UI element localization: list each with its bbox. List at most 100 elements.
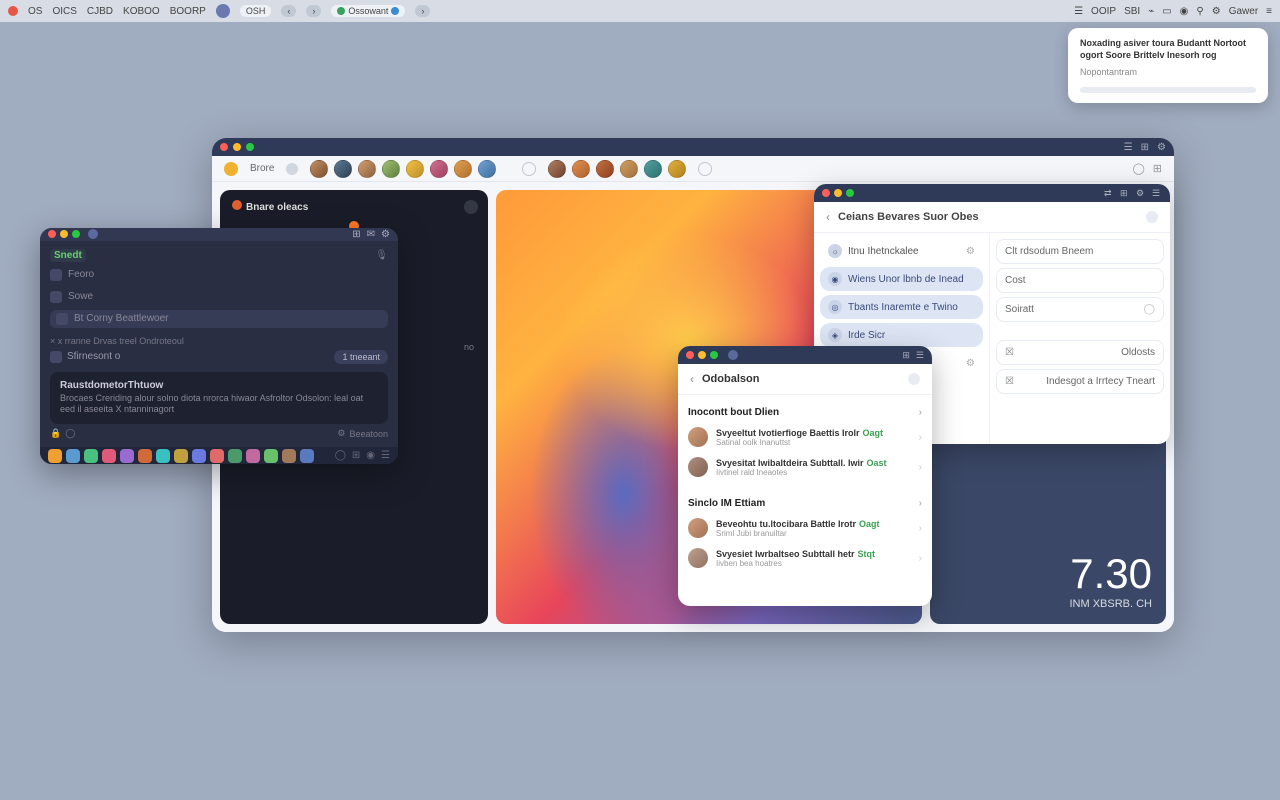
toolbar-icon[interactable]: ⊞ <box>1120 188 1130 198</box>
wifi-icon[interactable]: ⌁ <box>1148 6 1154 17</box>
nav-next[interactable]: › <box>306 5 321 17</box>
dock-app-icon[interactable] <box>282 449 296 463</box>
battery-icon[interactable]: ▭ <box>1162 6 1171 17</box>
toolbar-icon[interactable]: ⊞ <box>352 229 360 240</box>
settings-item[interactable]: ☼Itnu Ihetnckalee⚙ <box>820 239 983 263</box>
close-icon[interactable] <box>48 230 56 238</box>
minimize-icon[interactable] <box>233 143 241 151</box>
menu-item[interactable]: OICS <box>52 6 76 17</box>
status-item[interactable]: SBI <box>1124 6 1140 17</box>
close-icon[interactable] <box>822 189 830 197</box>
status-item[interactable]: OOIP <box>1091 6 1116 17</box>
control-center-icon[interactable]: ⚙ <box>1212 6 1221 17</box>
dock-app-icon[interactable] <box>174 449 188 463</box>
settings-icon[interactable]: ⚙ <box>337 428 345 439</box>
join-button[interactable]: 1 tneeant <box>334 350 388 364</box>
apple-icon[interactable] <box>8 6 18 16</box>
dock-app-icon[interactable] <box>192 449 206 463</box>
back-icon[interactable]: ‹ <box>690 372 694 386</box>
toolbar-icon[interactable]: ⚙ <box>381 229 390 240</box>
toolbar-icon[interactable]: ⊞ <box>1141 142 1149 153</box>
contact-row[interactable]: Svyeeltut Ivotierfioge Baettis IrolrOagt… <box>688 422 922 452</box>
avatar[interactable] <box>358 160 376 178</box>
menu-item[interactable]: KOBOO <box>123 6 160 17</box>
avatar[interactable] <box>620 160 638 178</box>
dock-app-icon[interactable] <box>102 449 116 463</box>
dock-extra-icon[interactable]: ☰ <box>381 450 390 461</box>
avatar[interactable] <box>382 160 400 178</box>
dock-extra-icon[interactable]: ◉ <box>366 450 375 461</box>
settings-item[interactable]: ◈Irde Sicr <box>820 323 983 347</box>
server-name[interactable]: Snedt <box>50 249 86 262</box>
contact-row[interactable]: Beveohtu tu.ltocibara Battle IrotrOagtSr… <box>688 513 922 543</box>
maximize-icon[interactable] <box>846 189 854 197</box>
channel-item-active[interactable]: Bt Corny Beattlewoer <box>50 310 388 328</box>
avatar[interactable] <box>548 160 566 178</box>
settings-card[interactable]: Cost <box>996 268 1164 293</box>
minimize-icon[interactable] <box>60 230 68 238</box>
settings-titlebar[interactable]: ⇄ ⊞ ⚙ ☰ <box>814 184 1170 202</box>
toolbar-icon[interactable]: ☰ <box>1124 142 1133 153</box>
nav-more[interactable]: › <box>415 5 430 17</box>
dock-extra-icon[interactable]: ◯ <box>335 450 346 461</box>
dock-app-icon[interactable] <box>300 449 314 463</box>
menu-icon[interactable]: ≡ <box>1266 6 1272 17</box>
contacts-section[interactable]: Sinclo IM Ettiam› <box>688 492 922 513</box>
settings-item[interactable]: ◉Wiens Unor lbnb de Inead <box>820 267 983 291</box>
search-icon[interactable]: ⚲ <box>1196 6 1203 17</box>
dock-app-icon[interactable] <box>156 449 170 463</box>
mic-icon[interactable]: 🎙 <box>375 250 388 261</box>
dock-extra-icon[interactable]: ⊞ <box>352 450 360 461</box>
toolbar-action-icon[interactable]: ◯ <box>1132 162 1144 175</box>
avatar[interactable] <box>668 160 686 178</box>
dock-app-icon[interactable] <box>138 449 152 463</box>
settings-item[interactable]: ◎Tbants Inaremte e Twino <box>820 295 983 319</box>
toolbar-icon[interactable]: ⚙ <box>1136 188 1146 198</box>
avatar[interactable] <box>310 160 328 178</box>
window-titlebar[interactable]: ☰ ⊞ ⚙ <box>212 138 1174 156</box>
nav-prev[interactable]: ‹ <box>281 5 296 17</box>
maximize-icon[interactable] <box>72 230 80 238</box>
dock-app-icon[interactable] <box>264 449 278 463</box>
contacts-section[interactable]: Inocontt bout Dlien› <box>688 401 922 422</box>
notification-toast[interactable]: Noxading asiver toura Budantt Nortoot og… <box>1068 28 1268 103</box>
minimize-icon[interactable] <box>698 351 706 359</box>
menu-tab[interactable]: Ossowant <box>331 5 405 17</box>
menu-item[interactable]: BOORP <box>170 6 206 17</box>
expand-icon[interactable] <box>464 200 478 214</box>
avatar[interactable] <box>334 160 352 178</box>
dock-app-icon[interactable] <box>210 449 224 463</box>
settings-card[interactable]: Clt rdsodum Bneem <box>996 239 1164 264</box>
maximize-icon[interactable] <box>246 143 254 151</box>
app-icon[interactable] <box>224 162 238 176</box>
toolbar-icon[interactable]: ☰ <box>916 350 924 361</box>
maximize-icon[interactable] <box>710 351 718 359</box>
avatar[interactable] <box>430 160 448 178</box>
toolbar-icon[interactable]: ⚙ <box>1157 142 1166 153</box>
more-icon[interactable] <box>698 162 712 176</box>
info-icon[interactable] <box>1146 211 1158 223</box>
chat-titlebar[interactable]: ⊞ ✉ ⚙ <box>40 228 398 241</box>
dock-app-icon[interactable] <box>48 449 62 463</box>
avatar[interactable] <box>478 160 496 178</box>
toolbar-icon[interactable]: ⊞ <box>902 350 910 361</box>
settings-card[interactable]: ☒Indesgot a Irrtecy Tneart <box>996 369 1164 394</box>
settings-card[interactable]: ☒Oldosts <box>996 340 1164 365</box>
voice-row[interactable]: Sfirnesont o 1 tneeant <box>50 350 388 364</box>
status-item[interactable]: Gawer <box>1229 6 1258 17</box>
toolbar-action-icon[interactable]: ⊞ <box>1153 162 1162 175</box>
back-icon[interactable]: ‹ <box>826 210 830 224</box>
minimize-icon[interactable] <box>834 189 842 197</box>
close-icon[interactable] <box>220 143 228 151</box>
dropdown-icon[interactable] <box>286 163 298 175</box>
avatar[interactable] <box>644 160 662 178</box>
avatar[interactable] <box>596 160 614 178</box>
add-icon[interactable] <box>522 162 536 176</box>
status-item[interactable]: ☰ <box>1074 6 1083 17</box>
menu-chip[interactable]: OSH <box>240 5 272 17</box>
menu-item[interactable]: OS <box>28 6 42 17</box>
settings-card[interactable]: Soiratt◯ <box>996 297 1164 322</box>
menu-item[interactable]: CJBD <box>87 6 113 17</box>
dock-app-icon[interactable] <box>228 449 242 463</box>
avatar[interactable] <box>406 160 424 178</box>
